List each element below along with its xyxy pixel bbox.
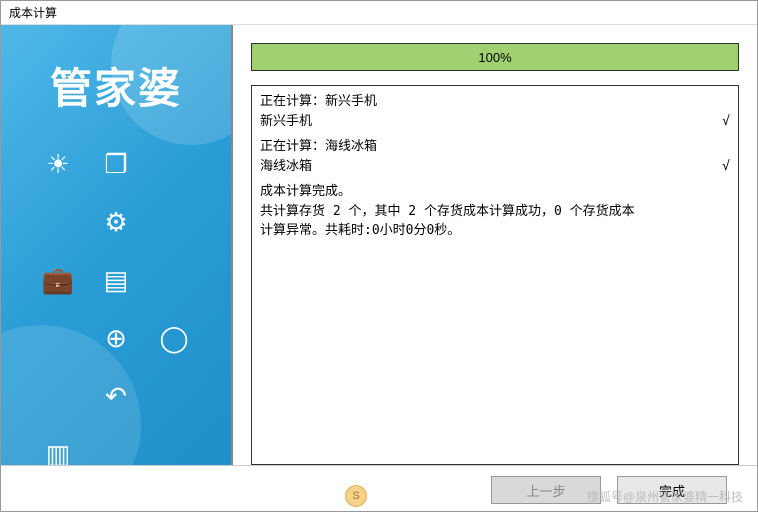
- blank: [29, 376, 87, 416]
- icon-grid: ☀ ❐ ⚙ 💼 ▤ ⊕ ◯ ↶ ▥ ✡ ◔ ⊖: [1, 136, 231, 465]
- blank: [145, 144, 203, 184]
- prev-button: 上一步: [491, 476, 601, 504]
- briefcase-icon: 💼: [29, 260, 87, 300]
- log-line: 正在计算：新兴手机: [260, 92, 377, 112]
- sidebar-panel: 管家婆 ☀ ❐ ⚙ 💼 ▤ ⊕ ◯ ↶ ▥ ✡ ◔ ⊖: [1, 25, 233, 465]
- window-titlebar: 成本计算: [1, 1, 757, 25]
- progress-text: 100%: [478, 50, 511, 65]
- log-box: 正在计算：新兴手机 新兴手机√ 正在计算：海线冰箱 海线冰箱√ 成本计算完成。 …: [251, 85, 739, 465]
- log-line: 新兴手机: [260, 112, 312, 132]
- main-panel: 100% 正在计算：新兴手机 新兴手机 √ 正在计算：海线冰箱 海线冰箱 √ 成本计…: [233, 25, 757, 465]
- button-bar: 上一步 完成: [1, 465, 757, 512]
- log-line: 成本计算完成。: [260, 182, 351, 202]
- progress-bar: 100%: [251, 43, 739, 71]
- blank: [145, 376, 203, 416]
- done-button[interactable]: 完成: [617, 476, 727, 504]
- blank: [87, 434, 145, 465]
- blank: [145, 260, 203, 300]
- sun-icon: ☀: [29, 144, 87, 184]
- blank: [145, 202, 203, 242]
- blank: [29, 202, 87, 242]
- wallet-icon: ▤: [87, 260, 145, 300]
- blank: [29, 318, 87, 358]
- log-line: 共计算存货 2 个，其中 2 个存货成本计算成功，0 个存货成本: [260, 202, 635, 222]
- log-line: 正在计算：海线冰箱: [260, 137, 377, 157]
- check-icon: √: [722, 112, 730, 132]
- barchart-icon: ▥: [29, 434, 87, 465]
- stack-icon: ❐: [87, 144, 145, 184]
- ring-icon: ◯: [145, 318, 203, 358]
- undo-icon: ↶: [87, 376, 145, 416]
- window-title: 成本计算: [9, 6, 57, 20]
- log-line: 计算异常。共耗时:0小时0分0秒。: [260, 221, 460, 241]
- content-area: 管家婆 ☀ ❐ ⚙ 💼 ▤ ⊕ ◯ ↶ ▥ ✡ ◔ ⊖: [1, 25, 757, 465]
- check-icon: √: [722, 157, 730, 177]
- app-logo: 管家婆: [1, 25, 231, 136]
- globe-icon: ⊕: [87, 318, 145, 358]
- log-line: 海线冰箱: [260, 157, 312, 177]
- gear-icon: ⚙: [87, 202, 145, 242]
- blank: [145, 434, 203, 465]
